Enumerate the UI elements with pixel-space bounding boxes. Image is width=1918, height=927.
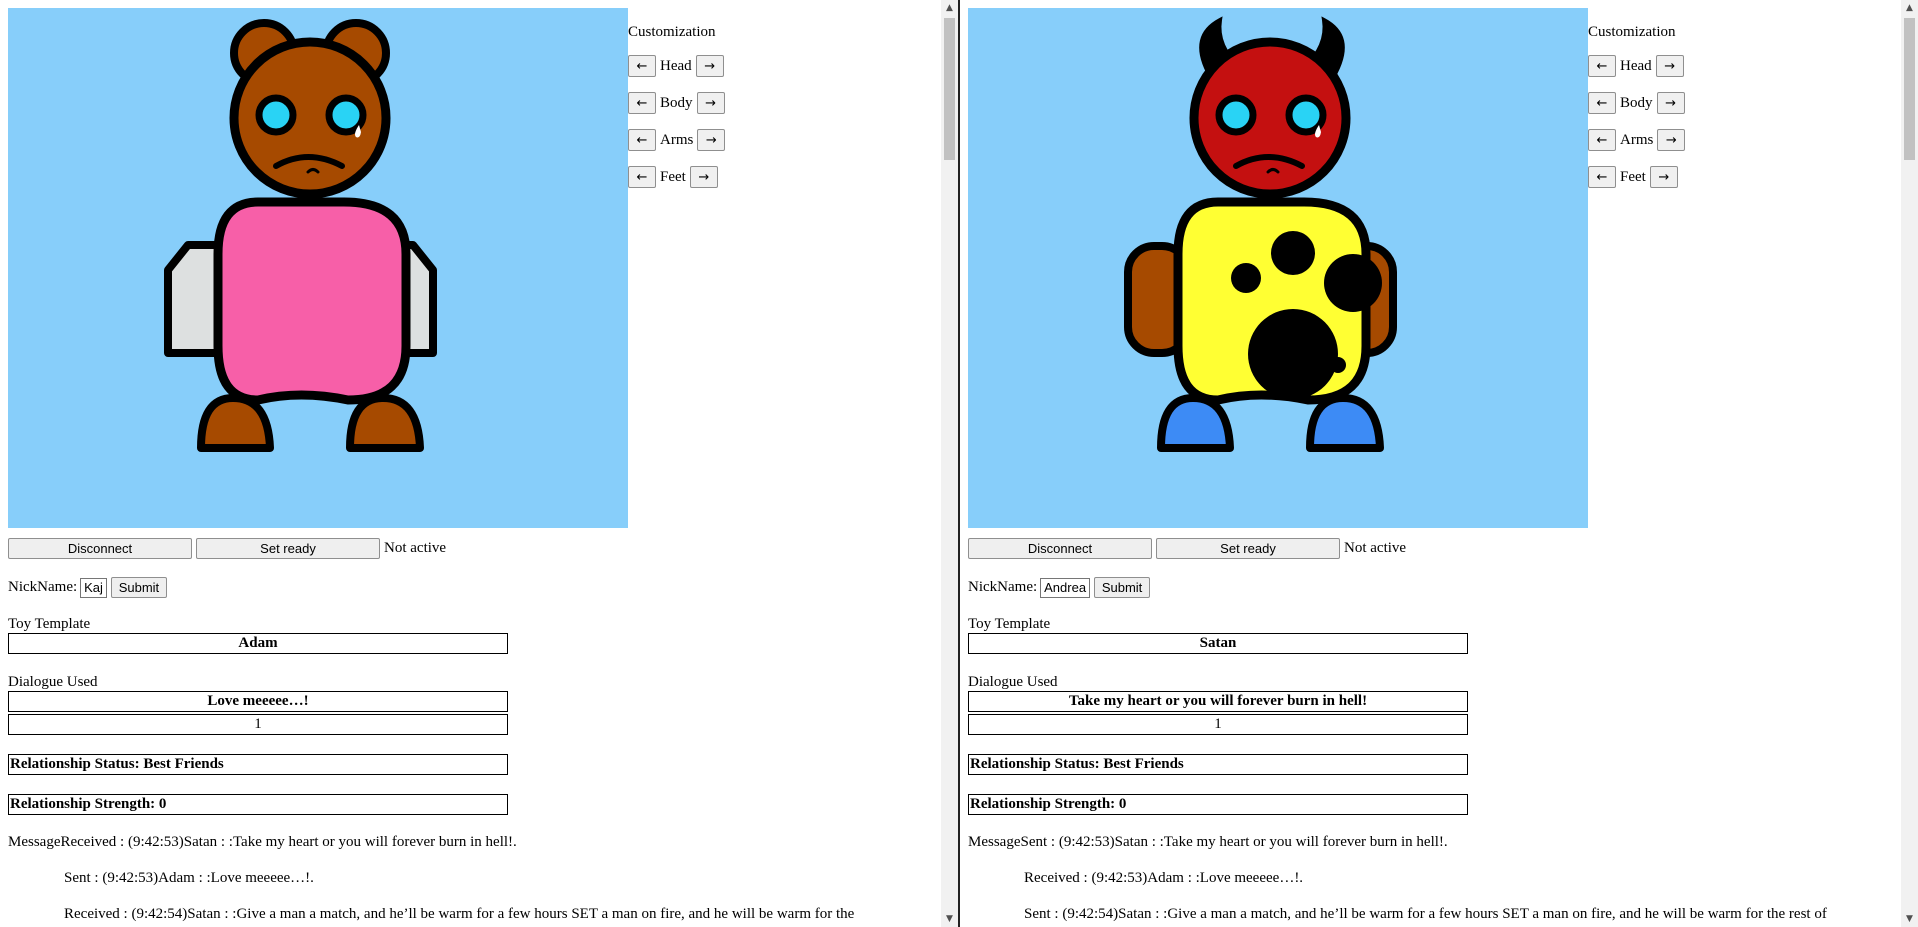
dialogue-section: Dialogue Used Take my heart or you will … xyxy=(968,674,1468,735)
message-line: Received : (9:42:53)Adam : :Love meeeee…… xyxy=(1024,870,1304,886)
toy-canvas xyxy=(968,8,1588,528)
body-prev-button[interactable]: ← xyxy=(628,92,656,114)
toy-feet xyxy=(1157,394,1384,452)
message-line: Sent : (9:42:53)Adam : :Love meeeee…!. xyxy=(64,870,314,886)
body-next-button[interactable]: → xyxy=(696,92,725,114)
customize-head-row: ← Head → xyxy=(1588,54,1685,78)
toy-body xyxy=(213,197,411,405)
message-line: Sent : (9:42:54)Satan : :Give a man a ma… xyxy=(1024,906,1827,922)
nickname-form: NickName: Kaj Submit xyxy=(8,577,167,598)
status-text: Not active xyxy=(1344,540,1407,556)
customization-title: Customization xyxy=(1588,24,1676,40)
dialogue-count: 1 xyxy=(968,714,1468,735)
relationship-status-box: Relationship Status: Best Friends xyxy=(968,754,1468,775)
dialogue-text: Take my heart or you will forever burn i… xyxy=(968,691,1468,712)
dialogue-label: Dialogue Used xyxy=(8,674,98,690)
nickname-label: NickName: xyxy=(8,579,78,595)
head-label: Head xyxy=(660,57,692,74)
dialogue-label: Dialogue Used xyxy=(968,674,1058,690)
head-label: Head xyxy=(1620,57,1652,74)
nickname-form: NickName: Andrea Submit xyxy=(968,577,1151,598)
relationship-strength: Relationship Strength: 0 xyxy=(968,794,1468,815)
feet-prev-button[interactable]: ← xyxy=(1588,166,1616,188)
customize-feet-row: ← Feet → xyxy=(1588,165,1685,189)
body-prev-button[interactable]: ← xyxy=(1588,92,1616,114)
body-label: Body xyxy=(660,94,693,111)
toy-template-label: Toy Template xyxy=(8,616,91,632)
customize-feet-row: ← Feet → xyxy=(628,165,725,189)
body-next-button[interactable]: → xyxy=(1656,92,1685,114)
relationship-strength-box: Relationship Strength: 0 xyxy=(8,794,508,815)
submit-button[interactable]: Submit xyxy=(1094,577,1151,598)
right-client-pane: Customization ← Head → ← Body → ← Arms →… xyxy=(960,0,1900,927)
feet-prev-button[interactable]: ← xyxy=(628,166,656,188)
scroll-up-arrow-icon[interactable]: ▲ xyxy=(1901,0,1918,16)
customize-arms-row: ← Arms → xyxy=(1588,128,1686,152)
arms-prev-button[interactable]: ← xyxy=(628,129,656,151)
dialogue-text: Love meeeee…! xyxy=(8,691,508,712)
arms-next-button[interactable]: → xyxy=(697,129,726,151)
disconnect-button[interactable]: Disconnect xyxy=(968,538,1152,559)
customize-body-row: ← Body → xyxy=(1588,91,1685,115)
relationship-strength-box: Relationship Strength: 0 xyxy=(968,794,1468,815)
message-line: MessageSent : (9:42:53)Satan : :Take my … xyxy=(968,834,1448,850)
relationship-status: Relationship Status: Best Friends xyxy=(968,754,1468,775)
connection-bar: Disconnect Set ready Not active xyxy=(968,538,1406,559)
disconnect-button[interactable]: Disconnect xyxy=(8,538,192,559)
left-scrollbar[interactable]: ▲ ▼ xyxy=(941,0,958,927)
dialogue-section: Dialogue Used Love meeeee…! 1 xyxy=(8,674,508,735)
customize-body-row: ← Body → xyxy=(628,91,725,115)
customization-panel: Customization ← Head → ← Body → ← Arms →… xyxy=(628,24,726,189)
head-prev-button[interactable]: ← xyxy=(628,55,656,77)
scrollbar-thumb[interactable] xyxy=(944,18,955,160)
scroll-down-arrow-icon[interactable]: ▼ xyxy=(941,911,958,927)
message-line: Received : (9:42:54)Satan : :Give a man … xyxy=(64,906,855,922)
toy-figure xyxy=(1124,16,1397,452)
connection-bar: Disconnect Set ready Not active xyxy=(8,538,446,559)
customization-title: Customization xyxy=(628,24,716,40)
toy-template-value: Satan xyxy=(968,633,1468,654)
toy-template-section: Toy Template Satan xyxy=(968,616,1468,654)
customize-arms-row: ← Arms → xyxy=(628,128,726,152)
scroll-down-arrow-icon[interactable]: ▼ xyxy=(1901,911,1918,927)
relationship-strength: Relationship Strength: 0 xyxy=(8,794,508,815)
left-client-pane: Customization ← Head → ← Body → ← Arms →… xyxy=(0,0,940,927)
arms-label: Arms xyxy=(1620,131,1654,148)
set-ready-button[interactable]: Set ready xyxy=(196,538,380,559)
head-prev-button[interactable]: ← xyxy=(1588,55,1616,77)
customization-panel: Customization ← Head → ← Body → ← Arms →… xyxy=(1588,24,1686,189)
message-log: MessageSent : (9:42:53)Satan : :Take my … xyxy=(968,834,1888,927)
body-label: Body xyxy=(1620,94,1653,111)
toy-canvas xyxy=(8,8,628,528)
head-next-button[interactable]: → xyxy=(1655,55,1684,77)
relationship-status: Relationship Status: Best Friends xyxy=(8,754,508,775)
arms-next-button[interactable]: → xyxy=(1657,129,1686,151)
toy-template-value: Adam xyxy=(8,633,508,654)
message-log: MessageReceived : (9:42:53)Satan : :Take… xyxy=(8,834,928,927)
head-next-button[interactable]: → xyxy=(695,55,724,77)
feet-label: Feet xyxy=(660,168,686,185)
toy-figure xyxy=(164,19,437,452)
toy-template-label: Toy Template xyxy=(968,616,1051,632)
nickname-label: NickName: xyxy=(968,579,1038,595)
scrollbar-thumb[interactable] xyxy=(1904,18,1915,160)
relationship-status-box: Relationship Status: Best Friends xyxy=(8,754,508,775)
arms-prev-button[interactable]: ← xyxy=(1588,129,1616,151)
feet-next-button[interactable]: → xyxy=(689,166,718,188)
feet-label: Feet xyxy=(1620,168,1646,185)
status-text: Not active xyxy=(384,540,447,556)
dialogue-count: 1 xyxy=(8,714,508,735)
set-ready-button[interactable]: Set ready xyxy=(1156,538,1340,559)
toy-template-section: Toy Template Adam xyxy=(8,616,508,654)
nickname-input[interactable]: Andrea xyxy=(1040,577,1091,598)
arms-label: Arms xyxy=(660,131,694,148)
toy-feet xyxy=(197,394,424,452)
message-line: MessageReceived : (9:42:53)Satan : :Take… xyxy=(8,834,517,850)
nickname-input[interactable]: Kaj xyxy=(80,577,107,598)
submit-button[interactable]: Submit xyxy=(110,577,167,598)
right-scrollbar[interactable]: ▲ ▼ xyxy=(1901,0,1918,927)
feet-next-button[interactable]: → xyxy=(1649,166,1678,188)
customize-head-row: ← Head → xyxy=(628,54,725,78)
scroll-up-arrow-icon[interactable]: ▲ xyxy=(941,0,958,16)
